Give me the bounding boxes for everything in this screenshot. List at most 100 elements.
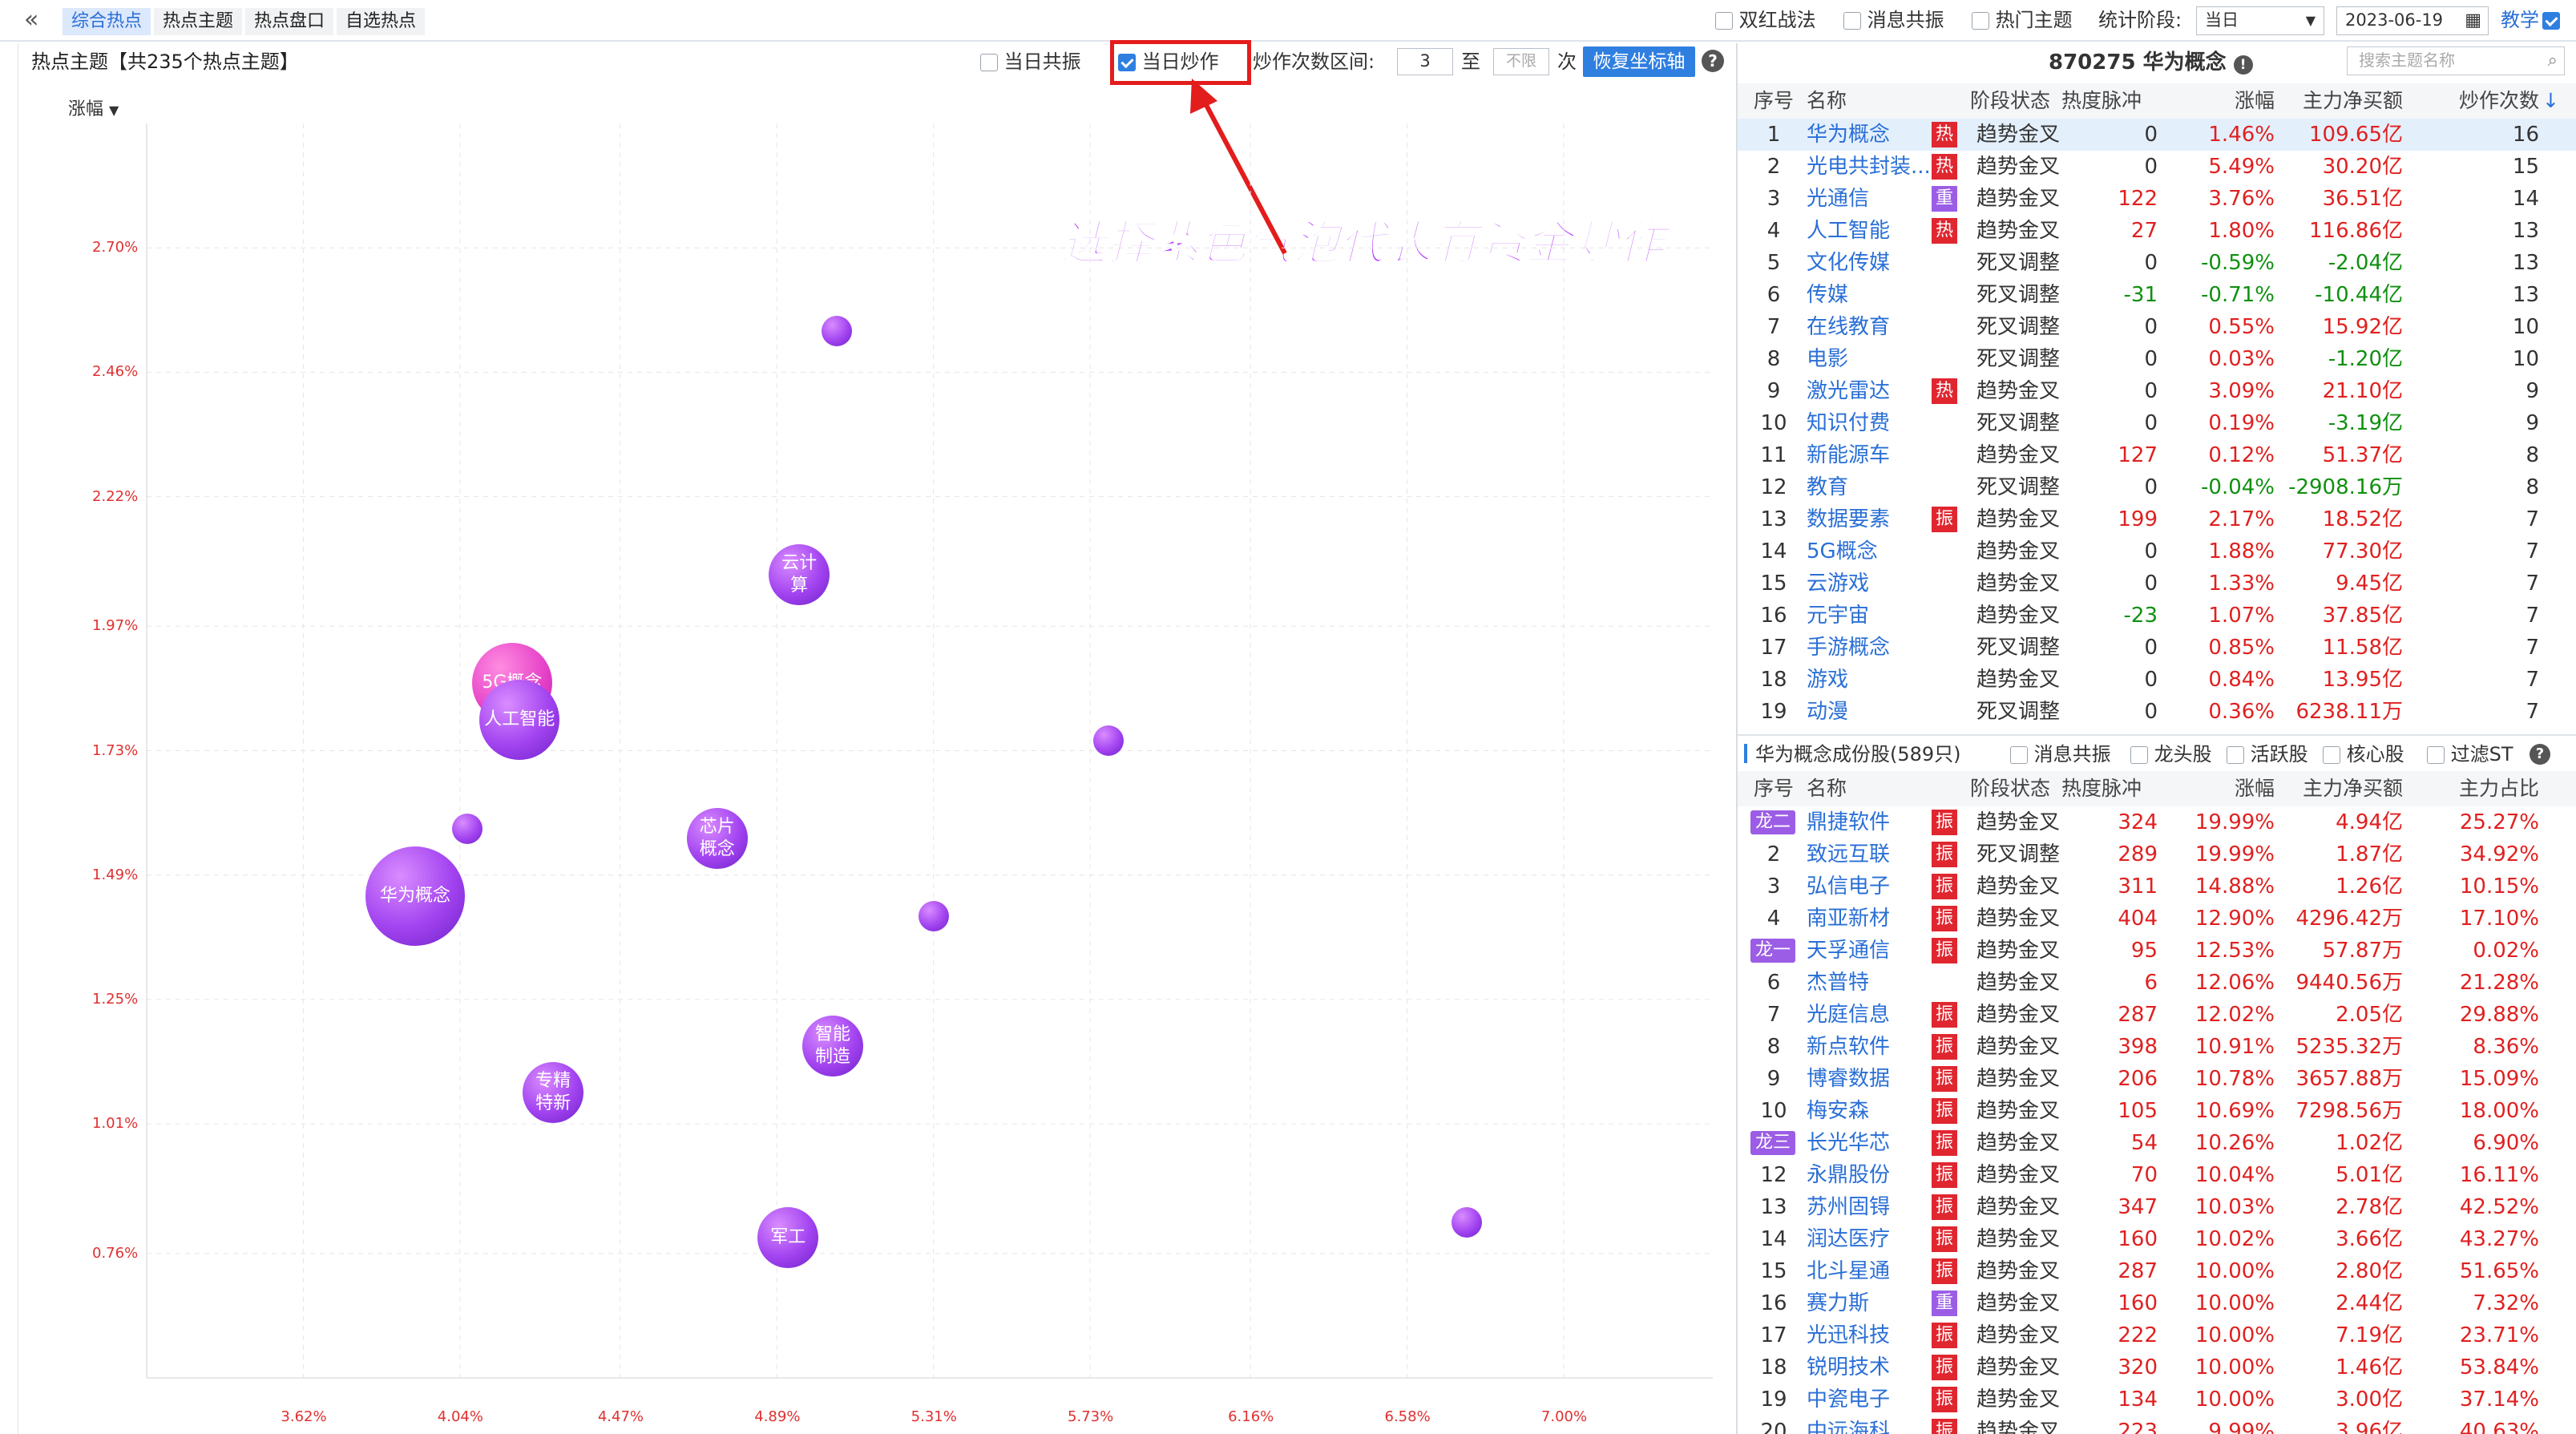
stock-row[interactable]: 20 中远海科 振 趋势金叉 223 9.99% 3.96亿 40.63% (1738, 1416, 2576, 1434)
tab-hot-theme[interactable]: 热点主题 (154, 8, 242, 35)
theme-row[interactable]: 18 游戏 趋势金叉 0 0.84% 13.95亿 7 (1738, 664, 2576, 696)
theme-bubble[interactable] (1451, 1206, 1482, 1238)
theme-col-header[interactable]: 名称 (1807, 85, 1919, 117)
theme-row[interactable]: 10 知识付费 死叉调整 0 0.19% -3.19亿 9 (1738, 407, 2576, 439)
checkbox[interactable] (2542, 12, 2560, 30)
checkbox[interactable] (980, 54, 998, 71)
theme-row[interactable]: 19 动漫 死叉调整 0 0.36% 6238.11万 7 (1738, 696, 2576, 728)
range-from-input[interactable]: 3 (1397, 48, 1453, 75)
sort-down-icon[interactable]: ↓ (2542, 85, 2559, 117)
stock-row[interactable]: 龙三 长光华芯 振趋势金叉 54 10.26% 1.02亿 6.90% (1738, 1127, 2576, 1159)
calendar-icon[interactable]: ▦ (2465, 7, 2481, 34)
stock-col-header[interactable]: 主力净买额 (2283, 773, 2403, 805)
stock-filter[interactable]: 消息共振 (2010, 742, 2111, 766)
cb-same-day-hype[interactable]: 当日炒作 (1118, 50, 1219, 74)
stock-row[interactable]: 4 南亚新材 振趋势金叉 404 12.90% 4296.42万 17.10% (1738, 903, 2576, 935)
stock-col-header[interactable]: 涨幅 (2170, 773, 2275, 805)
stock-row[interactable]: 7 光庭信息 振趋势金叉 287 12.02% 2.05亿 29.88% (1738, 999, 2576, 1031)
theme-col-header[interactable]: 阶段状态 (1970, 85, 2058, 117)
stock-row[interactable]: 龙一 天孚通信 振趋势金叉 95 12.53% 57.87万 0.02% (1738, 935, 2576, 967)
theme-bubble[interactable]: 人工智能 (479, 679, 560, 760)
stock-row[interactable]: 16 赛力斯 重趋势金叉 160 10.00% 2.44亿 7.32% (1738, 1287, 2576, 1319)
stock-col-header[interactable]: 热度脉冲 (2061, 773, 2158, 805)
stock-filter[interactable]: 龙头股 (2130, 742, 2212, 766)
stock-row[interactable]: 10 梅安森 振趋势金叉 105 10.69% 7298.56万 18.00% (1738, 1095, 2576, 1127)
date-picker[interactable]: 2023-06-19 ▦ (2336, 6, 2489, 35)
checkbox[interactable] (2227, 746, 2244, 764)
theme-col-header[interactable]: 热度脉冲 (2061, 85, 2158, 117)
stock-col-header[interactable]: 主力占比 (2419, 773, 2539, 805)
theme-row[interactable]: 13 数据要素 振趋势金叉 199 2.17% 18.52亿 7 (1738, 503, 2576, 535)
stock-row[interactable]: 3 弘信电子 振趋势金叉 311 14.88% 1.26亿 10.15% (1738, 870, 2576, 903)
cb-same-day-resonance[interactable]: 当日共振 (980, 50, 1081, 74)
tab-hot-market[interactable]: 热点盘口 (245, 8, 333, 35)
checkbox[interactable] (1715, 12, 1733, 30)
theme-col-header[interactable]: 序号 (1746, 85, 1802, 117)
info-circle-icon[interactable]: ! (2233, 55, 2253, 75)
question-circle-icon[interactable]: ? (2530, 744, 2550, 765)
double-chevron-left-icon[interactable]: « (24, 8, 48, 34)
search-icon[interactable]: ⌕ (2548, 47, 2558, 74)
checkbox[interactable] (2010, 746, 2028, 764)
theme-row[interactable]: 14 5G概念 趋势金叉 0 1.88% 77.30亿 7 (1738, 535, 2576, 568)
checkbox[interactable] (2427, 746, 2445, 764)
theme-row[interactable]: 2 光电共封装... 热趋势金叉 0 5.49% 30.20亿 15 (1738, 151, 2576, 183)
theme-row[interactable]: 11 新能源车 趋势金叉 127 0.12% 51.37亿 8 (1738, 439, 2576, 471)
theme-bubble[interactable] (821, 315, 852, 346)
filter-double-red[interactable]: 双红战法 (1715, 8, 1816, 32)
checkbox[interactable] (2130, 746, 2148, 764)
stock-row[interactable]: 龙二 鼎捷软件 振趋势金叉 324 19.99% 4.94亿 25.27% (1738, 806, 2576, 838)
stock-filter[interactable]: 核心股 (2323, 742, 2404, 766)
theme-col-header[interactable]: 主力净买额 (2283, 85, 2403, 117)
range-to-input[interactable]: 不限 (1493, 48, 1549, 75)
theme-row[interactable]: 9 激光雷达 热趋势金叉 0 3.09% 21.10亿 9 (1738, 375, 2576, 407)
checkbox[interactable] (1118, 54, 1136, 71)
theme-row[interactable]: 16 元宇宙 趋势金叉 -23 1.07% 37.85亿 7 (1738, 600, 2576, 632)
theme-row[interactable]: 1 华为概念 热趋势金叉 0 1.46% 109.65亿 16 (1738, 119, 2576, 151)
stock-row[interactable]: 12 永鼎股份 振趋势金叉 70 10.04% 5.01亿 16.11% (1738, 1159, 2576, 1191)
stock-filter[interactable]: 活跃股 (2227, 742, 2308, 766)
theme-bubble[interactable]: 专精特新 (523, 1062, 584, 1124)
theme-search-input[interactable]: 搜索主题名称 ⌕ (2347, 46, 2565, 75)
stock-row[interactable]: 13 苏州固锝 振趋势金叉 347 10.03% 2.78亿 42.52% (1738, 1191, 2576, 1223)
theme-col-header[interactable]: 炒作次数 (2419, 85, 2539, 117)
theme-bubble[interactable]: 华为概念 (365, 846, 465, 946)
stock-row[interactable]: 19 中瓷电子 振趋势金叉 134 10.00% 3.00亿 37.14% (1738, 1384, 2576, 1416)
stock-col-header[interactable]: 阶段状态 (1970, 773, 2058, 805)
filter-hot-theme[interactable]: 热门主题 (1972, 8, 2073, 32)
theme-bubble[interactable] (452, 813, 483, 844)
stock-col-header[interactable]: 名称 (1807, 773, 1919, 805)
checkbox[interactable] (2323, 746, 2340, 764)
theme-row[interactable]: 17 手游概念 死叉调整 0 0.85% 11.58亿 7 (1738, 632, 2576, 664)
stock-row[interactable]: 2 致远互联 振死叉调整 289 19.99% 1.87亿 34.92% (1738, 838, 2576, 870)
theme-row[interactable]: 3 光通信 重趋势金叉 122 3.76% 36.51亿 14 (1738, 183, 2576, 215)
theme-row[interactable]: 4 人工智能 热趋势金叉 27 1.80% 116.86亿 13 (1738, 215, 2576, 247)
stock-row[interactable]: 18 锐明技术 振趋势金叉 320 10.00% 1.46亿 53.84% (1738, 1351, 2576, 1384)
filter-news-resonance[interactable]: 消息共振 (1843, 8, 1944, 32)
checkbox[interactable] (1843, 12, 1861, 30)
theme-bubble[interactable]: 云计算 (769, 543, 830, 605)
theme-bubble[interactable] (1093, 725, 1124, 756)
theme-col-header[interactable]: 涨幅 (2170, 85, 2275, 117)
theme-row[interactable]: 8 电影 死叉调整 0 0.03% -1.20亿 10 (1738, 343, 2576, 375)
stock-row[interactable]: 17 光迅科技 振趋势金叉 222 10.00% 7.19亿 23.71% (1738, 1319, 2576, 1351)
stock-row[interactable]: 9 博睿数据 振趋势金叉 206 10.78% 3657.88万 15.09% (1738, 1063, 2576, 1095)
checkbox[interactable] (1972, 12, 1989, 30)
stock-filter[interactable]: 过滤ST (2427, 742, 2513, 766)
stock-row[interactable]: 6 杰普特 趋势金叉 6 12.06% 9440.56万 21.28% (1738, 967, 2576, 999)
question-circle-icon[interactable]: ? (1702, 50, 1724, 72)
tab-custom-hot[interactable]: 自选热点 (337, 8, 425, 35)
theme-row[interactable]: 12 教育 死叉调整 0 -0.04% -2908.16万 8 (1738, 471, 2576, 503)
theme-bubble[interactable] (918, 901, 949, 932)
theme-row[interactable]: 15 云游戏 趋势金叉 0 1.33% 9.45亿 7 (1738, 568, 2576, 600)
stock-col-header[interactable]: 序号 (1746, 773, 1802, 805)
reset-axis-button[interactable]: 恢复坐标轴 (1583, 46, 1695, 77)
y-axis-title[interactable]: 涨幅 ▼ (68, 95, 119, 120)
theme-row[interactable]: 6 传媒 死叉调整 -31 -0.71% -10.44亿 13 (1738, 279, 2576, 311)
theme-row[interactable]: 7 在线教育 死叉调整 0 0.55% 15.92亿 10 (1738, 311, 2576, 343)
stock-row[interactable]: 15 北斗星通 振趋势金叉 287 10.00% 2.80亿 51.65% (1738, 1255, 2576, 1287)
theme-bubble[interactable]: 芯片概念 (686, 808, 748, 870)
theme-bubble[interactable]: 智能制造 (802, 1016, 864, 1077)
stock-row[interactable]: 8 新点软件 振趋势金叉 398 10.91% 5235.32万 8.36% (1738, 1031, 2576, 1063)
theme-row[interactable]: 5 文化传媒 死叉调整 0 -0.59% -2.04亿 13 (1738, 247, 2576, 279)
